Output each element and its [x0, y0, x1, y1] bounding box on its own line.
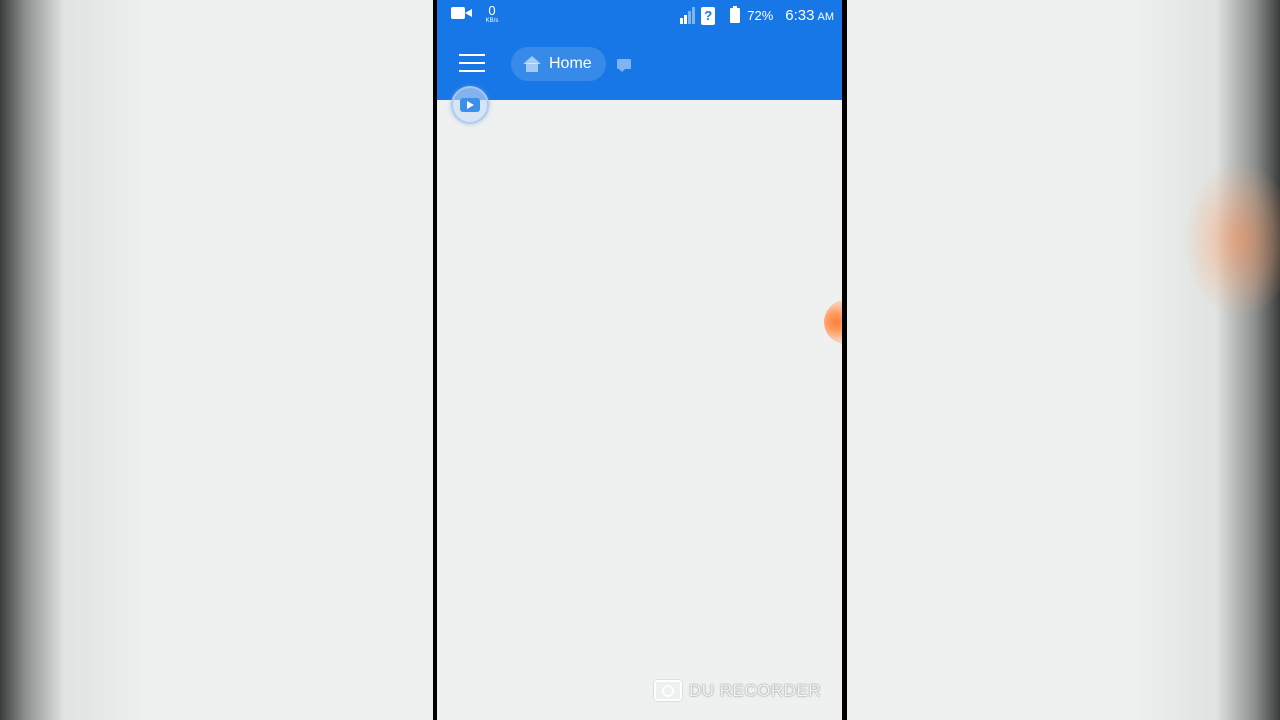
home-tab-label: Home — [549, 55, 592, 72]
menu-icon[interactable] — [459, 54, 485, 76]
signal-icon — [680, 7, 696, 24]
watermark: DU RECORDER — [654, 680, 821, 701]
home-icon — [523, 56, 541, 72]
status-bar: 0 KB/s ? 72% 6:33 AM — [437, 0, 842, 31]
app-screen: 0 KB/s ? 72% 6:33 AM Home DU RECORDER — [437, 0, 842, 720]
battery-percent: 72% — [747, 8, 774, 23]
play-icon — [460, 98, 480, 112]
clock: 6:33 AM — [785, 7, 834, 24]
chat-icon[interactable] — [617, 59, 631, 72]
watermark-text: DU RECORDER — [689, 680, 822, 700]
status-bar-left — [451, 6, 473, 20]
floating-video-button[interactable] — [451, 86, 489, 124]
status-bar-right: ? 72% 6:33 AM — [680, 0, 834, 31]
help-icon: ? — [701, 6, 716, 25]
recorder-bubble-icon[interactable] — [824, 300, 842, 344]
clock-time: 6:33 — [785, 7, 815, 24]
network-speed-unit: KB/s — [485, 18, 499, 24]
phone-frame: 0 KB/s ? 72% 6:33 AM Home DU RECORDER — [433, 0, 847, 720]
video-camera-icon — [451, 6, 473, 20]
app-bar: Home — [437, 31, 842, 100]
battery-icon — [730, 6, 741, 23]
background-blur-accent — [1185, 165, 1280, 315]
network-speed: 0 KB/s — [481, 4, 503, 24]
camera-icon — [654, 680, 682, 701]
clock-ampm: AM — [817, 11, 835, 23]
home-tab[interactable]: Home — [511, 47, 606, 81]
network-speed-value: 0 — [488, 3, 496, 18]
